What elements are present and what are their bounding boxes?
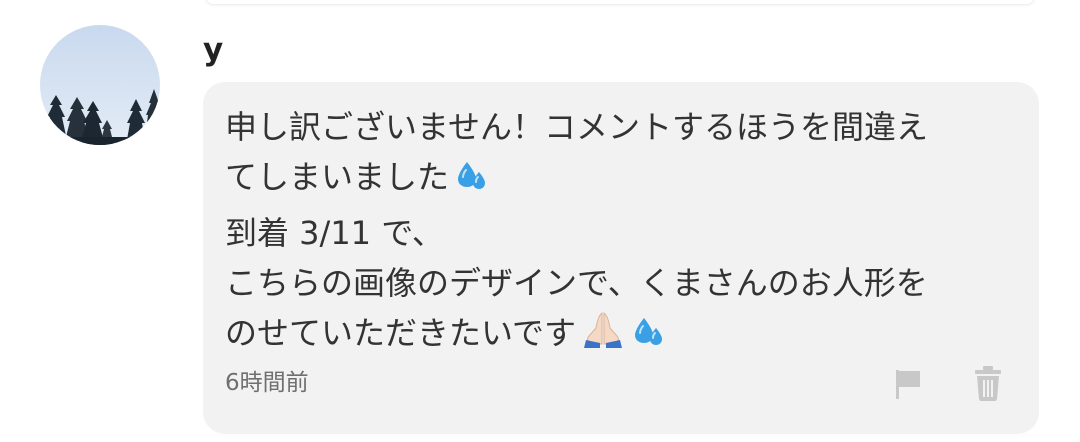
sweat-droplets-icon <box>630 314 668 364</box>
comment-bubble: 申し訳ございません！コメントするほうを間違え てしまいました 到着 3/11 で… <box>203 82 1039 434</box>
sweat-droplets-icon <box>453 158 491 208</box>
comment-timestamp: 6時間前 <box>225 370 309 396</box>
report-button[interactable] <box>891 367 925 401</box>
message-line: 申し訳ございません！コメントするほうを間違え <box>225 102 1015 152</box>
message-line: のせていただきたいです <box>225 308 1015 364</box>
previous-comment-card <box>205 0 1035 4</box>
comment-username[interactable]: y <box>203 30 223 70</box>
trash-icon <box>975 366 1001 401</box>
message-line-text: 申し訳ございません！コメントするほうを間違え <box>225 108 929 146</box>
flag-icon <box>896 370 920 399</box>
avatar-image <box>40 25 160 145</box>
message-line: てしまいました <box>225 152 1015 208</box>
avatar[interactable] <box>40 25 160 145</box>
message-line-text: 到着 3/11 で、 <box>225 214 444 252</box>
message-line: 到着 3/11 で、 <box>225 208 1015 258</box>
message-line: こちらの画像のデザインで、くまさんのお人形を <box>225 258 1015 308</box>
comment-message: 申し訳ございません！コメントするほうを間違え てしまいました 到着 3/11 で… <box>225 102 1015 364</box>
message-line-text: こちらの画像のデザインで、くまさんのお人形を <box>225 264 928 302</box>
folded-hands-icon <box>580 310 626 364</box>
message-line-text: のせていただきたいです <box>225 314 577 352</box>
message-line-text: てしまいました <box>225 158 450 196</box>
delete-button[interactable] <box>971 364 1005 402</box>
